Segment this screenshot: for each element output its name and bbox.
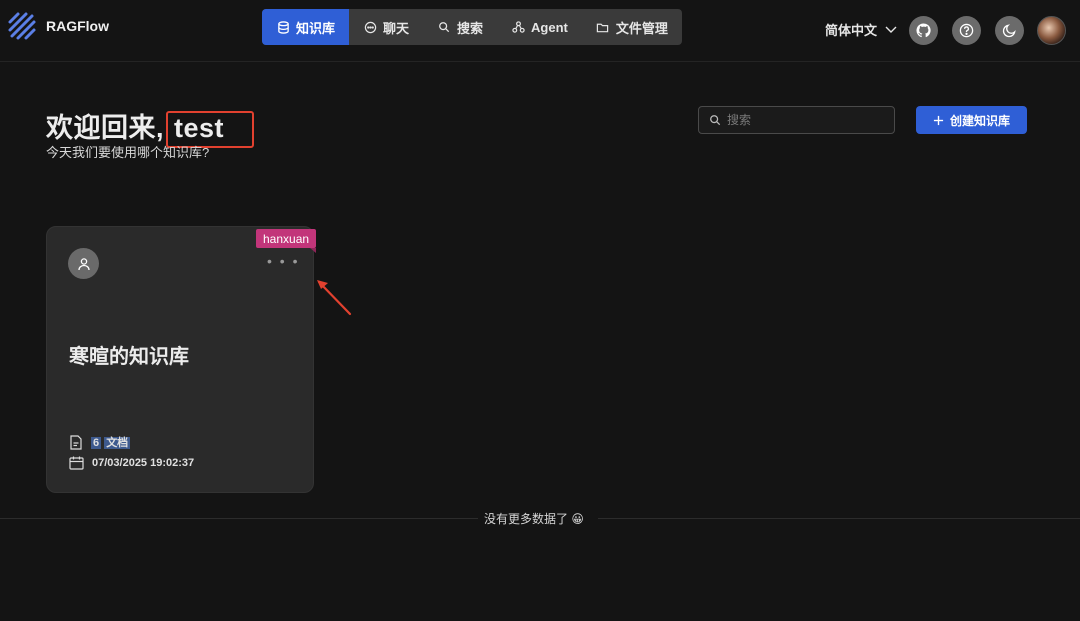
search-box[interactable]: [698, 106, 895, 134]
nav-label: 聊天: [383, 20, 410, 36]
logo[interactable]: RAGFlow: [6, 10, 109, 42]
user-avatar[interactable]: [1037, 16, 1066, 45]
welcome-greeting: 欢迎回来,: [46, 113, 165, 143]
owner-tag: hanxuan: [256, 229, 317, 253]
github-button[interactable]: [909, 16, 938, 45]
create-knowledge-base-button[interactable]: 创建知识库: [916, 106, 1027, 134]
language-label: 简体中文: [825, 23, 878, 38]
nav-label: Agent: [531, 19, 568, 35]
search-icon: [437, 20, 451, 34]
help-button[interactable]: [952, 16, 981, 45]
ragflow-logo-icon: [8, 12, 36, 40]
nav-knowledge-base[interactable]: 知识库: [262, 9, 350, 45]
nav-label: 知识库: [296, 20, 336, 36]
user-icon: [77, 257, 90, 270]
nav-agent[interactable]: Agent: [497, 9, 582, 45]
owner-avatar: [68, 248, 99, 279]
created-date-value: 07/03/2025 19:02:37: [92, 457, 195, 469]
nav-label: 文件管理: [615, 20, 668, 36]
nav-file-management[interactable]: 文件管理: [582, 9, 682, 45]
search-icon: [710, 115, 721, 126]
chevron-down-icon: [885, 26, 897, 33]
calendar-icon: [69, 456, 84, 470]
welcome-subtitle: 今天我们要使用哪个知识库?: [46, 145, 210, 160]
github-icon: [916, 23, 931, 38]
help-icon: [959, 23, 974, 38]
divider-right: [598, 518, 1080, 519]
moon-icon: [1002, 24, 1016, 38]
agent-graph-icon: [511, 20, 525, 34]
knowledge-base-card[interactable]: • • • 寒暄的知识库 6 文档 07/03/2025 19:02:37: [46, 226, 314, 493]
nav-search[interactable]: 搜索: [423, 9, 497, 45]
document-count-unit: 文档: [104, 437, 131, 449]
chat-icon: [363, 20, 377, 34]
create-button-label: 创建知识库: [949, 113, 1010, 128]
folder-icon: [596, 20, 610, 34]
no-more-data-label: 没有更多数据了 😀: [478, 510, 590, 527]
annotation-arrow: [317, 280, 352, 316]
document-icon: [70, 434, 82, 450]
created-date: 07/03/2025 19:02:37: [69, 456, 194, 470]
search-input[interactable]: [727, 113, 877, 127]
plus-icon: [933, 115, 944, 125]
divider-left: [0, 518, 480, 519]
language-select[interactable]: 简体中文: [825, 20, 897, 39]
more-options-button[interactable]: • • •: [267, 253, 299, 269]
theme-toggle-button[interactable]: [995, 16, 1024, 45]
database-icon: [276, 20, 290, 34]
document-count: 6 文档: [69, 434, 131, 450]
nav-label: 搜索: [457, 20, 484, 36]
document-count-value: 6: [91, 437, 102, 449]
knowledge-base-title: 寒暄的知识库: [69, 346, 189, 368]
app-root: RAGFlow 知识库 聊天 搜索 Agent 文件管理 简体中文 欢迎回来, …: [0, 0, 1080, 621]
nav-chat[interactable]: 聊天: [349, 9, 423, 45]
main-nav: 知识库 聊天 搜索 Agent 文件管理: [262, 9, 682, 45]
top-header: RAGFlow 知识库 聊天 搜索 Agent 文件管理 简体中文: [0, 0, 1080, 62]
app-name: RAGFlow: [46, 18, 109, 34]
